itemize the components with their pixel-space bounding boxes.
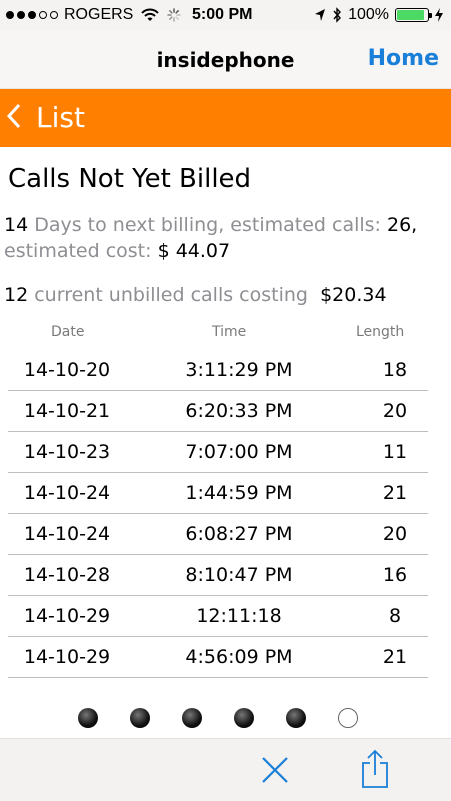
cell-time: 3:11:29 PM — [126, 350, 326, 391]
signal-dot — [50, 11, 58, 19]
cell-time: 12:11:18 — [126, 595, 326, 637]
table-row[interactable]: 14-10-28 8:10:47 PM 16 — [8, 554, 428, 596]
back-bar[interactable]: List — [0, 89, 451, 147]
cell-length: 18 — [326, 350, 428, 391]
page-dot-current[interactable] — [338, 708, 358, 728]
cell-length: 20 — [326, 390, 428, 432]
cell-date: 14-10-21 — [8, 390, 126, 432]
cell-time: 6:20:33 PM — [126, 390, 326, 432]
estimated-calls: 26 — [386, 214, 412, 236]
back-button[interactable]: List — [36, 101, 85, 134]
status-right: 100% — [314, 6, 443, 24]
page-indicator[interactable] — [78, 708, 358, 728]
days-to-billing: 14 — [4, 214, 29, 236]
bluetooth-icon — [333, 7, 342, 23]
cell-date: 14-10-28 — [8, 554, 126, 596]
cell-length: 11 — [326, 431, 428, 473]
home-button[interactable]: Home — [368, 46, 439, 71]
share-icon[interactable] — [360, 749, 390, 789]
carrier-name: ROGERS — [64, 6, 134, 23]
cell-length: 21 — [326, 636, 428, 678]
cost-label: estimated cost: — [4, 240, 158, 262]
page-dot[interactable] — [182, 708, 202, 728]
close-icon[interactable] — [260, 755, 290, 785]
comma: , — [411, 214, 418, 236]
billing-estimate: 14 Days to next billing, estimated calls… — [4, 212, 449, 264]
header-length: Length — [356, 324, 405, 340]
cell-time: 8:10:47 PM — [126, 554, 326, 596]
back-chevron-icon[interactable] — [4, 99, 24, 133]
unbilled-label: current unbilled calls costing — [28, 284, 315, 306]
signal-dot — [39, 11, 47, 19]
status-bar: ROGERS 5:00 PM 100% — [0, 0, 451, 30]
cell-length: 8 — [326, 595, 428, 637]
page-dot[interactable] — [286, 708, 306, 728]
cell-date: 14-10-23 — [8, 431, 126, 473]
location-arrow-icon — [315, 9, 326, 21]
signal-dot — [28, 11, 36, 19]
bottom-toolbar — [0, 738, 451, 801]
cell-time: 1:44:59 PM — [126, 472, 326, 514]
cell-time: 6:08:27 PM — [126, 513, 326, 555]
activity-spinner-icon — [167, 8, 182, 22]
table-row[interactable]: 14-10-29 12:11:18 8 — [8, 595, 428, 637]
calls-table: 14-10-20 3:11:29 PM 18 14-10-21 6:20:33 … — [8, 350, 428, 678]
header-date: Date — [51, 324, 85, 340]
cell-time: 4:56:09 PM — [126, 636, 326, 678]
battery-fill — [397, 10, 424, 20]
table-row[interactable]: 14-10-23 7:07:00 PM 11 — [8, 431, 428, 473]
unbilled-count: 12 — [4, 284, 29, 306]
charging-bolt-icon — [435, 8, 443, 22]
days-label: Days to next billing, estimated calls: — [28, 214, 387, 236]
unbilled-cost: $20.34 — [320, 284, 387, 306]
navigation-bar: insidephone Home — [0, 30, 451, 89]
table-row[interactable]: 14-10-20 3:11:29 PM 18 — [8, 350, 428, 391]
table-row[interactable]: 14-10-29 4:56:09 PM 21 — [8, 636, 428, 678]
cell-length: 16 — [326, 554, 428, 596]
status-time: 5:00 PM — [192, 6, 253, 23]
cell-time: 7:07:00 PM — [126, 431, 326, 473]
header-time: Time — [212, 324, 247, 340]
cell-date: 14-10-29 — [8, 595, 126, 637]
cell-date: 14-10-24 — [8, 513, 126, 555]
battery-nub — [429, 13, 432, 18]
unbilled-summary: 12 current unbilled calls costing $20.34 — [4, 284, 387, 306]
cell-length: 20 — [326, 513, 428, 555]
signal-dot — [17, 11, 25, 19]
wifi-icon — [141, 8, 160, 21]
signal-dot — [6, 11, 14, 19]
page-title: Calls Not Yet Billed — [8, 164, 252, 194]
table-row[interactable]: 14-10-21 6:20:33 PM 20 — [8, 390, 428, 432]
cell-date: 14-10-24 — [8, 472, 126, 514]
page-dot[interactable] — [78, 708, 98, 728]
status-left: ROGERS — [6, 6, 187, 24]
cell-date: 14-10-20 — [8, 350, 126, 391]
table-row[interactable]: 14-10-24 1:44:59 PM 21 — [8, 472, 428, 514]
table-row[interactable]: 14-10-24 6:08:27 PM 20 — [8, 513, 428, 555]
estimated-cost: $ 44.07 — [157, 240, 231, 262]
battery-icon — [395, 8, 432, 22]
battery-percent: 100% — [348, 6, 389, 23]
cell-length: 21 — [326, 472, 428, 514]
signal-strength-icon — [6, 11, 58, 19]
page-dot[interactable] — [234, 708, 254, 728]
cell-date: 14-10-29 — [8, 636, 126, 678]
page-dot[interactable] — [130, 708, 150, 728]
